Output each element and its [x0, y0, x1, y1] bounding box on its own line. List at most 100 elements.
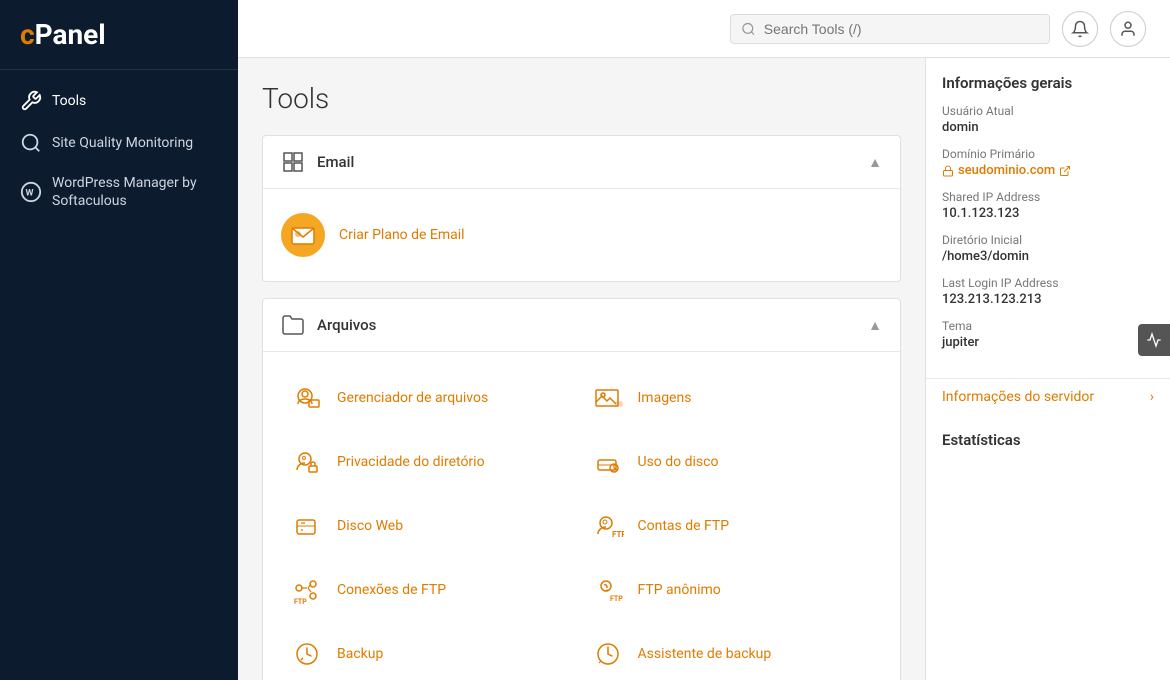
ftp-anonimo-link[interactable]: FTP anônimo	[638, 582, 721, 598]
directory-privacy-icon	[289, 444, 325, 480]
backup-link[interactable]: Backup	[337, 646, 383, 662]
contas-ftp-link[interactable]: Contas de FTP	[638, 518, 730, 534]
imagens-link[interactable]: Imagens	[638, 390, 692, 406]
svg-text:FTP: FTP	[612, 530, 624, 539]
user-icon	[1119, 20, 1137, 38]
ftp-accounts-icon: FTP	[590, 508, 626, 544]
ftp-connections-icon: FTP	[289, 572, 325, 608]
usuario-atual-row: Usuário Atual domin	[942, 104, 1154, 135]
web-disk-icon	[289, 508, 325, 544]
notifications-button[interactable]	[1062, 11, 1098, 47]
sidebar-item-wordpress-label: WordPress Manager by Softaculous	[52, 174, 218, 210]
sidebar-item-tools[interactable]: Tools	[0, 80, 238, 122]
gerenciador-arquivos-link[interactable]: Gerenciador de arquivos	[337, 390, 488, 406]
float-action-button[interactable]	[1138, 324, 1170, 356]
imagens-item: Imagens	[582, 368, 883, 428]
main-content: Tools Email ▲	[238, 58, 925, 680]
chart-icon	[1146, 332, 1162, 348]
server-info-chevron: ›	[1150, 389, 1154, 405]
diretorio-inicial-row: Diretório Inicial /home3/domin	[942, 233, 1154, 264]
dominio-primario-label: Domínio Primário	[942, 147, 1154, 161]
sidebar-item-tools-label: Tools	[52, 92, 86, 110]
sidebar-navigation: Tools Site Quality Monitoring W WordPres…	[0, 70, 238, 230]
arquivos-section-header[interactable]: Arquivos ▲	[263, 299, 900, 352]
search-bar[interactable]	[730, 14, 1050, 44]
bell-icon	[1071, 20, 1089, 38]
email-section-label: Email	[317, 153, 354, 171]
page-title: Tools	[262, 82, 901, 115]
right-panel: Informações gerais Usuário Atual domin D…	[925, 58, 1170, 680]
contas-ftp-item: FTP Contas de FTP	[582, 496, 883, 556]
email-section: Email ▲ Criar Plano de Email	[262, 135, 901, 282]
email-plan-item: Criar Plano de Email	[281, 205, 882, 265]
disk-usage-icon	[590, 444, 626, 480]
last-login-ip-value: 123.213.123.213	[942, 292, 1154, 307]
email-section-icon	[281, 150, 305, 174]
envelope-icon	[291, 224, 315, 246]
sidebar-item-site-quality[interactable]: Site Quality Monitoring	[0, 122, 238, 164]
disco-web-link[interactable]: Disco Web	[337, 518, 403, 534]
server-info-link-row[interactable]: Informações do servidor ›	[926, 379, 1170, 415]
privacidade-diretorio-item: Privacidade do diretório	[281, 432, 582, 492]
ftp-anonimo-item: FTP FTP anônimo	[582, 560, 883, 620]
main-area: Tools Email ▲	[238, 0, 1170, 680]
sidebar-logo: cPanel	[0, 0, 238, 70]
disco-web-item: Disco Web	[281, 496, 582, 556]
assistente-backup-item: Assistente de backup	[582, 624, 883, 680]
backup-wizard-icon	[590, 636, 626, 672]
general-info-section: Informações gerais Usuário Atual domin D…	[926, 58, 1170, 379]
arquivos-section-label: Arquivos	[317, 316, 376, 334]
tema-row: Tema jupiter	[942, 319, 1154, 350]
statistics-title: Estatísticas	[926, 415, 1170, 457]
shared-ip-label: Shared IP Address	[942, 190, 1154, 204]
backup-icon	[289, 636, 325, 672]
topbar	[238, 0, 1170, 58]
svg-text:W: W	[26, 189, 34, 199]
privacidade-diretorio-link[interactable]: Privacidade do diretório	[337, 454, 485, 470]
dominio-primario-value[interactable]: seudominio.com	[942, 163, 1154, 178]
folder-icon	[281, 313, 305, 337]
wordpress-icon: W	[20, 181, 42, 203]
shared-ip-row: Shared IP Address 10.1.123.123	[942, 190, 1154, 221]
sidebar: cPanel Tools Site Quality Monitoring	[0, 0, 238, 680]
ftp-anonymous-icon: FTP	[590, 572, 626, 608]
email-section-chevron: ▲	[868, 154, 882, 171]
svg-text:FTP: FTP	[294, 598, 307, 606]
files-grid: Gerenciador de arquivos	[281, 368, 882, 680]
diretorio-inicial-value: /home3/domin	[942, 249, 1154, 264]
uso-disco-item: Uso do disco	[582, 432, 883, 492]
uso-disco-link[interactable]: Uso do disco	[638, 454, 719, 470]
dominio-primario-text: seudominio.com	[958, 163, 1055, 178]
server-info-link-text: Informações do servidor	[942, 389, 1094, 405]
gerenciador-arquivos-item: Gerenciador de arquivos	[281, 368, 582, 428]
external-link-icon	[1059, 165, 1071, 177]
sidebar-item-wordpress[interactable]: W WordPress Manager by Softaculous	[0, 164, 238, 220]
email-section-header[interactable]: Email ▲	[263, 136, 900, 189]
usuario-atual-label: Usuário Atual	[942, 104, 1154, 118]
lock-icon	[942, 165, 954, 177]
search-input[interactable]	[764, 21, 1039, 37]
site-quality-icon	[20, 132, 42, 154]
file-manager-icon	[289, 380, 325, 416]
search-icon	[741, 21, 756, 37]
tema-label: Tema	[942, 319, 1154, 333]
last-login-ip-label: Last Login IP Address	[942, 276, 1154, 290]
arquivos-section-body: Gerenciador de arquivos	[263, 352, 900, 680]
dominio-primario-row: Domínio Primário seudominio.com	[942, 147, 1154, 178]
email-section-body: Criar Plano de Email	[263, 189, 900, 281]
shared-ip-value: 10.1.123.123	[942, 206, 1154, 221]
arquivos-section-chevron: ▲	[868, 317, 882, 334]
sidebar-item-site-quality-label: Site Quality Monitoring	[52, 134, 193, 152]
usuario-atual-value: domin	[942, 120, 1154, 135]
user-profile-button[interactable]	[1110, 11, 1146, 47]
backup-item: Backup	[281, 624, 582, 680]
conexoes-ftp-link[interactable]: Conexões de FTP	[337, 582, 446, 598]
criar-plano-email-link[interactable]: Criar Plano de Email	[339, 227, 465, 243]
conexoes-ftp-item: FTP Conexões de FTP	[281, 560, 582, 620]
assistente-backup-link[interactable]: Assistente de backup	[638, 646, 772, 662]
tema-value: jupiter	[942, 335, 1154, 350]
tools-icon	[20, 90, 42, 112]
email-plan-icon	[281, 213, 325, 257]
images-icon	[590, 380, 626, 416]
general-info-title: Informações gerais	[942, 74, 1154, 92]
